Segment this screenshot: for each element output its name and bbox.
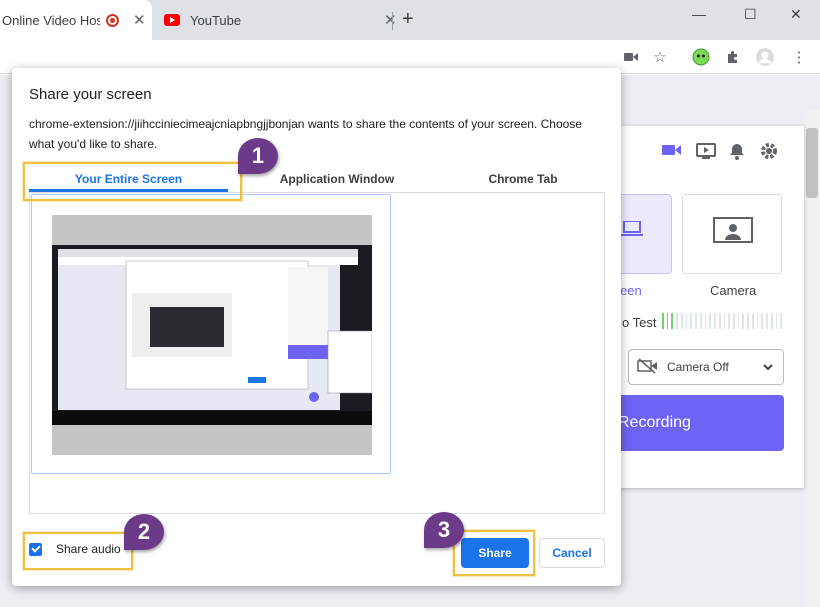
mic-level-meter xyxy=(662,313,783,329)
cancel-button[interactable]: Cancel xyxy=(539,538,605,568)
scrollbar-thumb[interactable] xyxy=(806,128,818,198)
tab-chrome-tab[interactable]: Chrome Tab xyxy=(423,166,623,192)
highlight-share-button xyxy=(453,530,535,576)
tab-separator xyxy=(392,12,393,30)
youtube-icon xyxy=(164,14,180,26)
minimize-button[interactable]: — xyxy=(692,6,706,22)
dialog-message: chrome-extension://jiihcciniecimeajcniap… xyxy=(29,117,582,151)
puzzle-extensions-icon[interactable] xyxy=(724,48,742,66)
highlight-share-audio xyxy=(23,532,133,570)
menu-kebab-icon[interactable]: ⋮ xyxy=(790,48,808,66)
camera-option-label: Camera xyxy=(710,283,757,298)
extension-icon[interactable] xyxy=(692,48,710,66)
dialog-title: Share your screen xyxy=(29,86,152,103)
chevron-down-icon xyxy=(763,360,773,374)
entire-screen-card[interactable] xyxy=(31,194,391,474)
callout-step-3: 3 xyxy=(424,512,464,548)
close-window-button[interactable]: ✕ xyxy=(790,6,802,23)
start-recording-button[interactable]: Recording xyxy=(612,395,784,451)
camera-in-use-icon[interactable] xyxy=(622,48,640,66)
camera-option[interactable] xyxy=(682,194,782,274)
callout-step-2: 2 xyxy=(124,514,164,550)
profile-avatar[interactable] xyxy=(756,48,774,66)
close-tab-icon[interactable]: ✕ xyxy=(384,11,397,29)
tab-youtube[interactable]: YouTube ✕ xyxy=(156,0,397,40)
camera-select-value: Camera Off xyxy=(667,360,729,374)
tab-online-video-hosting[interactable]: Online Video Hosti ✕ xyxy=(0,0,152,40)
maximize-button[interactable]: ☐ xyxy=(744,6,757,23)
tab-title: Online Video Hosti xyxy=(2,12,100,28)
callout-step-1: 1 xyxy=(238,138,278,174)
camera-icon xyxy=(713,217,753,252)
bell-icon[interactable] xyxy=(728,142,748,160)
recording-icon xyxy=(106,13,119,27)
gear-icon[interactable] xyxy=(760,142,780,160)
screen-option-label: een xyxy=(620,283,642,298)
laptop-icon xyxy=(621,220,643,242)
tab-title: YouTube xyxy=(190,12,242,28)
camera-select[interactable]: Camera Off xyxy=(628,349,784,385)
camera-off-icon xyxy=(637,357,659,377)
screen-thumbnail xyxy=(52,215,372,455)
share-screen-dialog: Share your screen chrome-extension://jii… xyxy=(12,68,621,586)
highlight-entire-screen-tab xyxy=(23,162,242,201)
close-tab-icon[interactable]: ✕ xyxy=(133,11,146,29)
video-icon[interactable] xyxy=(662,142,682,160)
share-source-list xyxy=(29,192,605,514)
bookmark-star-icon[interactable]: ☆ xyxy=(651,48,669,66)
browser-tab-strip: Online Video Hosti ✕ YouTube ✕ + — ☐ ✕ xyxy=(0,0,820,40)
mic-test-label: o Test xyxy=(622,315,657,330)
screen-record-icon[interactable] xyxy=(696,142,716,160)
new-tab-button[interactable]: + xyxy=(402,8,414,31)
